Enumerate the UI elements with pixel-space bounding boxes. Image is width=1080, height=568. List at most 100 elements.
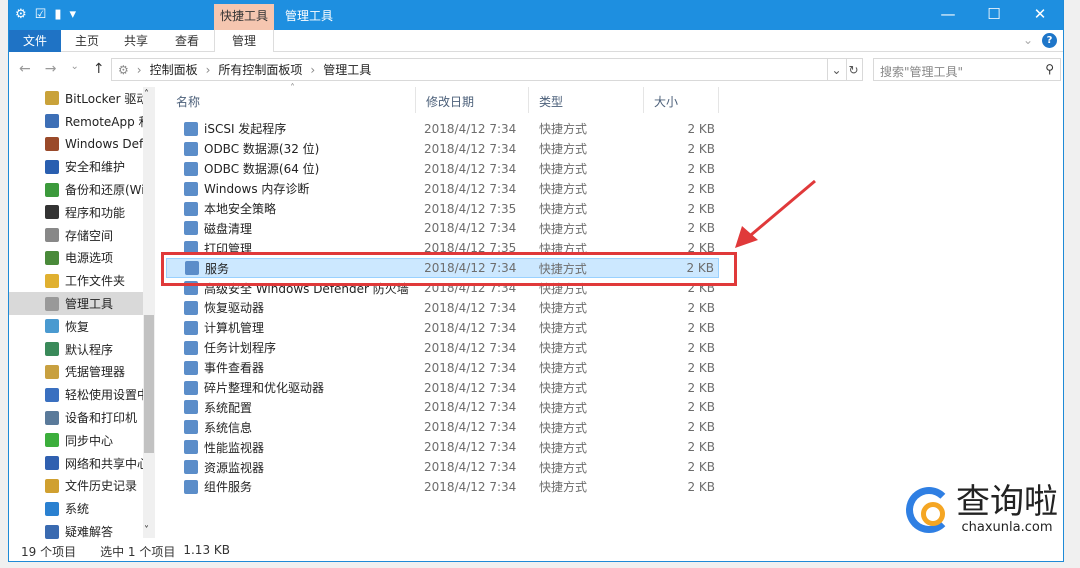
chevron-right-icon: › bbox=[136, 62, 142, 77]
file-size: 2 KB bbox=[687, 221, 715, 236]
sidebar-item[interactable]: 网络和共享中心 bbox=[9, 452, 147, 475]
sidebar-item-icon bbox=[45, 205, 59, 220]
file-row[interactable]: 任务计划程序 2018/4/12 7:34 快捷方式 2 KB bbox=[166, 338, 719, 358]
forward-button[interactable]: → bbox=[45, 61, 57, 77]
scrollbar-thumb[interactable] bbox=[144, 315, 154, 453]
recent-dropdown[interactable]: ⌄ bbox=[70, 61, 78, 77]
file-name: 系统配置 bbox=[204, 400, 253, 415]
file-row[interactable]: 系统信息 2018/4/12 7:34 快捷方式 2 KB bbox=[166, 417, 719, 437]
back-button[interactable]: ← bbox=[19, 61, 31, 77]
file-row[interactable]: 碎片整理和优化驱动器 2018/4/12 7:34 快捷方式 2 KB bbox=[166, 378, 719, 398]
file-row[interactable]: 本地安全策略 2018/4/12 7:35 快捷方式 2 KB bbox=[166, 199, 719, 219]
breadcrumb-item[interactable]: 所有控制面板项 bbox=[218, 61, 302, 78]
sidebar-item-icon bbox=[45, 319, 59, 334]
file-row[interactable]: 恢复驱动器 2018/4/12 7:34 快捷方式 2 KB bbox=[166, 298, 719, 318]
address-bar[interactable]: ⚙ › 控制面板 › 所有控制面板项 › 管理工具 bbox=[111, 58, 847, 81]
sidebar-item[interactable]: 工作文件夹 bbox=[9, 269, 147, 292]
sidebar-item-label: 同步中心 bbox=[65, 433, 114, 448]
close-button[interactable]: ✕ bbox=[1017, 0, 1063, 30]
file-row[interactable]: 资源监视器 2018/4/12 7:34 快捷方式 2 KB bbox=[166, 457, 719, 477]
sidebar-item-icon bbox=[45, 501, 59, 516]
scroll-down-icon[interactable]: ˅ bbox=[144, 525, 149, 536]
window-title: 管理工具 bbox=[285, 9, 334, 23]
maximize-button[interactable]: ☐ bbox=[971, 0, 1017, 30]
up-button[interactable]: ↑ bbox=[93, 61, 105, 77]
sidebar-item-icon bbox=[45, 524, 59, 539]
scroll-up-icon[interactable]: ˄ bbox=[144, 89, 149, 100]
file-row[interactable]: 系统配置 2018/4/12 7:34 快捷方式 2 KB bbox=[166, 397, 719, 417]
sidebar-item[interactable]: 系统 bbox=[9, 497, 147, 520]
sidebar-item-label: 安全和维护 bbox=[65, 160, 126, 175]
file-date: 2018/4/12 7:34 bbox=[424, 141, 517, 156]
customize-dropdown-icon[interactable]: ▾ bbox=[69, 7, 76, 22]
sidebar-item-icon bbox=[45, 410, 59, 425]
sidebar-item[interactable]: RemoteApp 和 bbox=[9, 110, 147, 133]
column-type[interactable]: 类型 bbox=[529, 87, 644, 113]
tab-manage[interactable]: 管理 bbox=[214, 30, 274, 52]
file-row[interactable]: 事件查看器 2018/4/12 7:34 快捷方式 2 KB bbox=[166, 358, 719, 378]
tab-file[interactable]: 文件 bbox=[9, 30, 61, 52]
column-date[interactable]: 修改日期 bbox=[416, 87, 529, 113]
properties-icon[interactable]: ☑ bbox=[35, 7, 47, 22]
address-dropdown-icon[interactable]: ⌄ bbox=[831, 63, 841, 77]
minimize-button[interactable]: — bbox=[925, 0, 971, 30]
sidebar-item[interactable]: 凭据管理器 bbox=[9, 361, 147, 384]
breadcrumb-item[interactable]: 控制面板 bbox=[150, 61, 198, 78]
file-name: ODBC 数据源(64 位) bbox=[204, 162, 320, 177]
file-row[interactable]: 计算机管理 2018/4/12 7:34 快捷方式 2 KB bbox=[166, 318, 719, 338]
sidebar-item[interactable]: 程序和功能 bbox=[9, 201, 147, 224]
search-icon[interactable]: ⚲ bbox=[1045, 62, 1054, 76]
sidebar-item-icon bbox=[45, 114, 59, 129]
sidebar-item[interactable]: 电源选项 bbox=[9, 247, 147, 270]
expand-ribbon-icon[interactable]: ⌄ bbox=[1023, 33, 1033, 47]
sidebar-item[interactable]: 安全和维护 bbox=[9, 155, 147, 178]
file-name: Windows 内存诊断 bbox=[204, 182, 310, 197]
file-type: 快捷方式 bbox=[539, 400, 588, 415]
tab-view[interactable]: 查看 bbox=[175, 30, 199, 52]
chevron-right-icon: › bbox=[205, 62, 211, 77]
refresh-icon[interactable]: ↻ bbox=[848, 63, 858, 77]
sidebar-item[interactable]: 恢复 bbox=[9, 315, 147, 338]
file-name: 事件查看器 bbox=[204, 361, 265, 376]
file-row[interactable]: ODBC 数据源(64 位) 2018/4/12 7:34 快捷方式 2 KB bbox=[166, 159, 719, 179]
sidebar-item[interactable]: Windows Def bbox=[9, 133, 147, 156]
sidebar-item[interactable]: 设备和打印机 bbox=[9, 406, 147, 429]
gear-icon[interactable]: ⚙ bbox=[15, 7, 27, 22]
file-row[interactable]: Windows 内存诊断 2018/4/12 7:34 快捷方式 2 KB bbox=[166, 179, 719, 199]
new-folder-icon[interactable]: ▮ bbox=[54, 7, 61, 22]
sidebar-item[interactable]: 默认程序 bbox=[9, 338, 147, 361]
sidebar-item[interactable]: BitLocker 驱动 bbox=[9, 87, 147, 110]
file-type: 快捷方式 bbox=[539, 142, 588, 157]
file-name: 磁盘清理 bbox=[204, 221, 253, 236]
sidebar-item-label: 凭据管理器 bbox=[65, 365, 126, 380]
file-row[interactable]: 性能监视器 2018/4/12 7:34 快捷方式 2 KB bbox=[166, 437, 719, 457]
sidebar-item[interactable]: 同步中心 bbox=[9, 429, 147, 452]
column-size[interactable]: 大小 bbox=[644, 87, 719, 113]
selected-size: 1.13 KB bbox=[183, 543, 230, 557]
file-size: 2 KB bbox=[687, 201, 715, 216]
sidebar-item[interactable]: 存储空间 bbox=[9, 224, 147, 247]
sidebar-scrollbar[interactable]: ˄ ˅ bbox=[143, 87, 155, 538]
file-row[interactable]: 磁盘清理 2018/4/12 7:34 快捷方式 2 KB bbox=[166, 218, 719, 238]
sidebar-item[interactable]: 管理工具 bbox=[9, 292, 147, 315]
search-input[interactable]: 搜索"管理工具" ⚲ bbox=[873, 58, 1061, 81]
file-size: 2 KB bbox=[687, 440, 715, 455]
sidebar-item[interactable]: 轻松使用设置中 bbox=[9, 383, 147, 406]
file-row[interactable]: 组件服务 2018/4/12 7:34 快捷方式 2 KB bbox=[166, 477, 719, 497]
watermark-text: 查询啦 bbox=[956, 482, 1058, 522]
file-type: 快捷方式 bbox=[539, 182, 588, 197]
breadcrumb-item[interactable]: 管理工具 bbox=[323, 61, 371, 78]
file-row[interactable]: ODBC 数据源(32 位) 2018/4/12 7:34 快捷方式 2 KB bbox=[166, 139, 719, 159]
file-row[interactable]: iSCSI 发起程序 2018/4/12 7:34 快捷方式 2 KB bbox=[166, 119, 719, 139]
sidebar-item-icon bbox=[45, 364, 59, 379]
context-tab-shortcut-tools[interactable]: 快捷工具 bbox=[214, 4, 274, 30]
sidebar-item-icon bbox=[45, 478, 59, 493]
sidebar-item[interactable]: 备份和还原(Wi bbox=[9, 178, 147, 201]
tab-share[interactable]: 共享 bbox=[124, 30, 148, 52]
sidebar-item[interactable]: 文件历史记录 bbox=[9, 475, 147, 498]
shortcut-icon bbox=[184, 479, 198, 494]
tab-home[interactable]: 主页 bbox=[75, 30, 99, 52]
file-date: 2018/4/12 7:34 bbox=[424, 479, 517, 494]
sidebar-item-label: 轻松使用设置中 bbox=[65, 388, 147, 403]
help-icon[interactable]: ? bbox=[1042, 33, 1057, 48]
